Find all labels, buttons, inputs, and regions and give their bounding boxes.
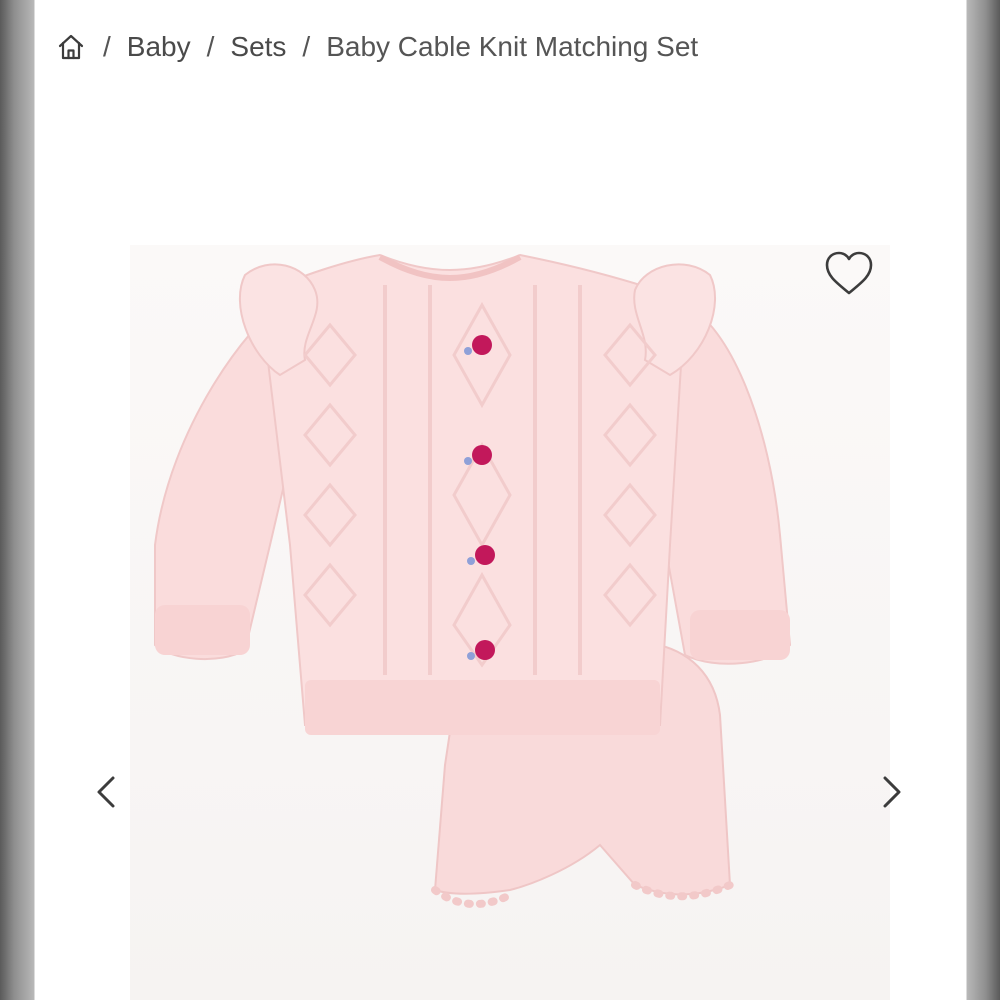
chevron-right-icon[interactable] (870, 772, 910, 812)
breadcrumb: / Baby / Sets / Baby Cable Knit Matching… (55, 22, 698, 72)
breadcrumb-current-page: Baby Cable Knit Matching Set (326, 31, 699, 62)
breadcrumb-separator: / (206, 31, 215, 62)
product-image-gallery (35, 95, 966, 1000)
chevron-left-icon[interactable] (88, 772, 128, 812)
breadcrumb-item-baby[interactable]: Baby (127, 31, 191, 63)
heart-outline-icon[interactable] (823, 250, 875, 298)
product-page: / Baby / Sets / Baby Cable Knit Matching… (35, 0, 966, 1000)
product-image[interactable] (130, 245, 890, 1000)
breadcrumb-separator: / (103, 31, 111, 62)
breadcrumb-item-sets[interactable]: Sets (230, 31, 286, 63)
breadcrumb-separator: / (302, 31, 311, 62)
home-icon[interactable] (55, 31, 87, 63)
